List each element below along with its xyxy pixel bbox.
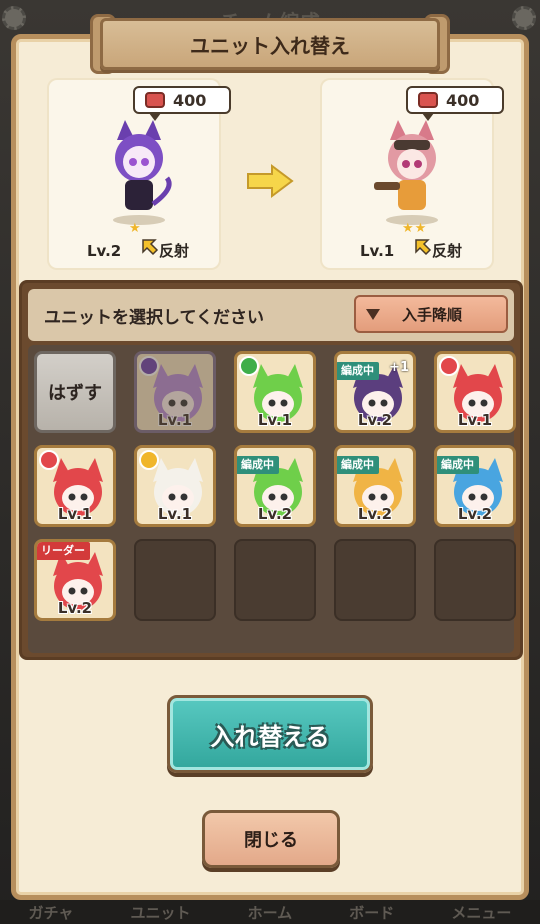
- cat-food-can-icon: [418, 92, 438, 108]
- in-team-badge: 編成中: [337, 362, 379, 380]
- cost-value: 400: [446, 90, 480, 110]
- current-unit-skill: 反射: [159, 242, 190, 260]
- unit-slot[interactable]: リーダー Lv.2: [34, 539, 116, 621]
- unit-level: Lv.2: [357, 411, 393, 429]
- new-unit-level: Lv.1: [360, 242, 395, 260]
- close-button[interactable]: 閉じる: [202, 810, 340, 868]
- cost-bubble: 400: [406, 86, 504, 121]
- skill-arrow-icon: [415, 239, 432, 256]
- star-rating: ★★: [402, 221, 428, 236]
- fire-element-icon: [439, 356, 459, 376]
- current-unit-level: Lv.2: [87, 242, 122, 260]
- unit-level: Lv.1: [157, 505, 193, 523]
- unit-level: Lv.1: [257, 411, 293, 429]
- unit-level: Lv.2: [457, 505, 493, 523]
- light-element-icon: [139, 450, 159, 470]
- empty-unit-slot: [334, 539, 416, 621]
- current-unit-card: 400 ★ Lv.2 反射: [49, 80, 231, 268]
- bottom-nav-item[interactable]: ユニット: [131, 902, 191, 923]
- gear-icon-right: [512, 6, 536, 30]
- unit-slot[interactable]: Lv.1: [234, 351, 316, 433]
- swap-direction-arrow-icon: [247, 164, 294, 198]
- dialog-title: ユニット入れ替え: [100, 18, 440, 70]
- unit-level: Lv.2: [257, 505, 293, 523]
- unit-slot[interactable]: Lv.1: [434, 351, 516, 433]
- swap-button[interactable]: 入れ替える: [167, 695, 373, 773]
- sort-order-button[interactable]: 入手降順: [354, 295, 508, 333]
- in-team-badge: 編成中: [337, 456, 379, 474]
- current-unit-sprite: [113, 120, 172, 225]
- empty-unit-slot: [134, 539, 216, 621]
- empty-unit-slot: [234, 539, 316, 621]
- cat-food-can-icon: [145, 92, 165, 108]
- bottom-nav-item[interactable]: ガチャ: [29, 902, 74, 923]
- unit-slot[interactable]: Lv.1: [134, 445, 216, 527]
- dark-element-icon: [139, 356, 159, 376]
- remove-unit-button[interactable]: はずす: [34, 351, 116, 433]
- skill-arrow-icon: [142, 239, 159, 256]
- leader-badge: リーダー: [37, 542, 90, 560]
- unit-slot[interactable]: 編成中 Lv.2: [334, 445, 416, 527]
- select-prompt: ユニットを選択してください: [44, 308, 264, 328]
- gear-icon-left: [2, 6, 26, 30]
- grass-element-icon: [239, 356, 259, 376]
- new-unit-skill: 反射: [432, 242, 463, 260]
- unit-level: Lv.1: [457, 411, 493, 429]
- star-rating: ★: [129, 221, 142, 236]
- remove-label: はずす: [48, 383, 102, 404]
- sort-triangle-icon: [366, 308, 380, 320]
- unit-slot[interactable]: 編成中 Lv.2: [434, 445, 516, 527]
- unit-level: Lv.2: [57, 599, 93, 617]
- unit-grid: はずす Lv.1 Lv.1 編成中 +1 Lv.2 Lv.1 Lv.1 Lv.1 編成中 Lv.2…: [28, 345, 516, 653]
- sort-order-label: 入手降順: [402, 305, 463, 324]
- empty-unit-slot: [434, 539, 516, 621]
- unit-level: Lv.1: [57, 505, 93, 523]
- new-unit-card: 400 ★★ Lv.1 反射: [322, 80, 504, 268]
- unit-level: Lv.1: [157, 411, 193, 429]
- unit-slot[interactable]: 編成中 Lv.2: [234, 445, 316, 527]
- unit-slot[interactable]: 編成中 +1 Lv.2: [334, 351, 416, 433]
- cost-value: 400: [173, 90, 207, 110]
- unit-slot[interactable]: Lv.1: [134, 351, 216, 433]
- plus-badge: +1: [389, 360, 409, 375]
- bottom-nav-item[interactable]: ホーム: [248, 902, 293, 923]
- bottom-nav: ガチャ ユニット ホーム ボード メニュー: [0, 900, 540, 924]
- bottom-nav-item[interactable]: メニュー: [451, 902, 511, 923]
- in-team-badge: 編成中: [237, 456, 279, 474]
- unit-slot[interactable]: Lv.1: [34, 445, 116, 527]
- unit-select-panel: ユニットを選択してください 入手降順 はずす Lv.1 Lv.1 編成中 +1 Lv.2…: [19, 280, 523, 660]
- in-team-badge: 編成中: [437, 456, 479, 474]
- fire-element-icon: [39, 450, 59, 470]
- bottom-nav-item[interactable]: ボード: [349, 902, 394, 923]
- cost-bubble: 400: [133, 86, 231, 121]
- new-unit-sprite: [374, 120, 438, 225]
- panel-header: ユニットを選択してください 入手降順: [28, 289, 514, 341]
- unit-level: Lv.2: [357, 505, 393, 523]
